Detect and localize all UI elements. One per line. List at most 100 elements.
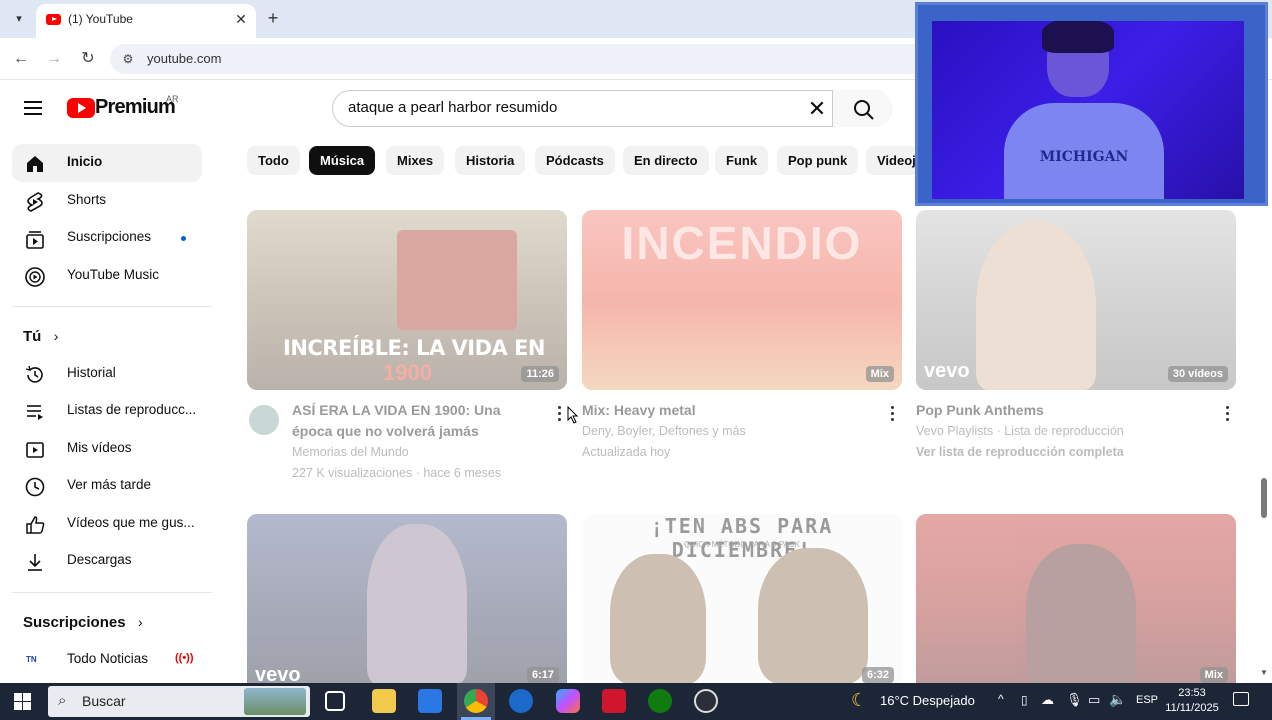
xbox-icon[interactable] xyxy=(648,689,672,713)
vevo-logo: vevo xyxy=(255,664,301,683)
chip-historia[interactable]: Historia xyxy=(455,146,526,175)
chip-musica[interactable]: Música xyxy=(309,146,376,175)
thumbnail-subcaption: QUICK MÉTODO PARA 6-PACK xyxy=(683,540,801,549)
you-section-heading[interactable]: Tú › xyxy=(23,328,58,346)
microsoft-store-icon[interactable] xyxy=(418,689,442,713)
video-thumbnail[interactable]: INCREÍBLE: LA VIDA EN 1900 11:26 xyxy=(247,210,567,390)
video-title-line2[interactable]: época que no volverá jamás xyxy=(292,421,542,442)
forward-icon[interactable]: → xyxy=(41,46,67,72)
notifications-icon[interactable] xyxy=(1233,692,1249,706)
sidebar-item-mis-videos[interactable]: Mis vídeos xyxy=(12,430,202,468)
sidebar-item-youtube-music[interactable]: YouTube Music xyxy=(12,257,202,295)
taskbar-active-app[interactable] xyxy=(457,683,495,720)
page-scrollbar-thumb[interactable] xyxy=(1261,478,1267,518)
sidebar-item-shorts[interactable]: Shorts xyxy=(12,182,202,220)
mouse-cursor-icon xyxy=(567,406,579,424)
chip-mixes[interactable]: Mixes xyxy=(386,146,445,175)
search-input[interactable]: ataque a pearl harbor resumido xyxy=(348,99,557,116)
file-explorer-icon[interactable] xyxy=(372,689,396,713)
chevron-right-icon: › xyxy=(53,328,59,344)
video-thumbnail[interactable]: vevo 6:17 xyxy=(247,514,567,683)
taskbar-search-box[interactable]: ⌕ Buscar xyxy=(48,686,310,717)
task-view-icon[interactable] xyxy=(325,691,345,711)
sidebar-item-historial[interactable]: Historial xyxy=(12,355,202,393)
history-icon xyxy=(25,365,43,383)
chip-pop-punk[interactable]: Pop punk xyxy=(777,146,859,175)
tn-channel-icon: TN xyxy=(26,655,37,664)
chrome-icon xyxy=(464,689,488,713)
sidebar-item-ver-mas-tarde[interactable]: Ver más tarde xyxy=(12,467,202,505)
video-thumbnail[interactable]: INCENDIO Mix xyxy=(582,210,902,390)
more-options-icon[interactable] xyxy=(891,406,895,422)
video-title[interactable]: ASÍ ERA LA VIDA EN 1900: Una xyxy=(292,400,542,421)
back-icon[interactable]: ← xyxy=(8,46,34,72)
taskbar-clock[interactable]: 23:53 11/11/2025 xyxy=(1160,686,1224,716)
duration-badge: 6:32 xyxy=(861,667,894,683)
reload-icon[interactable]: ↻ xyxy=(75,46,101,72)
person-shirt: MICHIGAN xyxy=(1004,103,1164,199)
chip-videojuegos[interactable]: Videoj xyxy=(866,146,918,175)
video-title[interactable]: Pop Punk Anthems xyxy=(916,400,1216,421)
chip-podcasts[interactable]: Pódcasts xyxy=(535,146,615,175)
video-details: ASÍ ERA LA VIDA EN 1900: Una época que n… xyxy=(292,400,542,484)
sidebar-item-label: Listas de reproducc... xyxy=(67,402,197,417)
volume-icon[interactable]: 🔈 xyxy=(1109,691,1126,708)
onedrive-icon[interactable]: ☁ xyxy=(1041,692,1054,708)
home-icon xyxy=(27,156,43,172)
tab-youtube[interactable]: (1) YouTube ✕ xyxy=(36,4,256,38)
steam-icon[interactable] xyxy=(509,689,533,713)
clear-search-icon[interactable]: ✕ xyxy=(803,95,831,123)
site-info-icon[interactable]: ⚙ xyxy=(120,51,136,67)
search-button[interactable] xyxy=(832,90,892,127)
more-options-icon[interactable] xyxy=(1226,406,1230,422)
sidebar-item-label: Inicio xyxy=(67,154,103,169)
playlist-channel[interactable]: Vevo Playlists · Lista de reproducción xyxy=(916,421,1216,442)
sidebar-item-liked-videos[interactable]: Vídeos que me gus... xyxy=(12,505,202,543)
gorilla-before-image xyxy=(610,554,706,683)
webcam-overlay: MICHIGAN xyxy=(915,2,1268,206)
more-options-icon[interactable] xyxy=(558,406,562,422)
microphone-icon[interactable]: 🎙 xyxy=(1066,692,1083,708)
menu-icon[interactable] xyxy=(22,98,46,118)
tab-search-dropdown-icon[interactable]: ▾ xyxy=(8,9,30,29)
chip-funk[interactable]: Funk xyxy=(715,146,769,175)
view-full-playlist-link[interactable]: Ver lista de reproducción completa xyxy=(916,442,1216,463)
weather-text[interactable]: 16°C Despejado xyxy=(880,693,975,708)
mix-artists: Deny, Boyler, Deftones y más xyxy=(582,424,746,438)
network-icon[interactable]: ▭ xyxy=(1088,692,1100,708)
video-title[interactable]: Mix: Heavy metal xyxy=(582,400,882,421)
obs-studio-icon[interactable] xyxy=(694,689,718,713)
sidebar-item-suscripciones[interactable]: Suscripciones xyxy=(12,219,202,257)
sidebar-item-inicio[interactable]: Inicio xyxy=(12,144,202,182)
subscriptions-section-heading[interactable]: Suscripciones › xyxy=(23,614,143,632)
channel-avatar[interactable] xyxy=(249,405,279,435)
scroll-down-arrow-icon[interactable]: ▼ xyxy=(1260,668,1268,677)
tray-device-icon[interactable]: ▯ xyxy=(1021,693,1028,707)
sidebar-item-descargas[interactable]: Descargas xyxy=(12,542,202,580)
sidebar-item-playlists[interactable]: Listas de reproducc... xyxy=(12,392,202,430)
chip-en-directo[interactable]: En directo xyxy=(623,146,709,175)
windows-start-icon[interactable] xyxy=(14,693,31,710)
video-thumbnail[interactable]: Mix xyxy=(916,514,1236,683)
webcam-feed: MICHIGAN xyxy=(932,21,1244,199)
subscriptions-heading: Suscripciones xyxy=(23,614,126,631)
video-thumbnail[interactable]: vevo 30 vídeos xyxy=(916,210,1236,390)
channel-name[interactable]: Memorias del Mundo xyxy=(292,442,542,463)
sidebar-item-label: YouTube Music xyxy=(67,267,160,282)
show-hidden-icons-icon[interactable]: ^ xyxy=(998,692,1004,706)
search-box: ataque a pearl harbor resumido ✕ xyxy=(332,90,892,127)
chevron-right-icon: › xyxy=(138,614,143,630)
amd-software-icon[interactable] xyxy=(602,689,626,713)
subscriptions-icon xyxy=(26,231,44,249)
shorts-icon xyxy=(27,192,43,212)
copilot-icon[interactable] xyxy=(556,689,580,713)
chip-todo[interactable]: Todo xyxy=(247,146,300,175)
tab-close-icon[interactable]: ✕ xyxy=(232,10,250,28)
singer-image xyxy=(976,220,1096,390)
thumbnail-caption: INCREÍBLE: LA VIDA EN xyxy=(283,336,546,360)
video-thumbnail[interactable]: ¡TEN ABS PARA DICIEMBRE! QUICK MÉTODO PA… xyxy=(582,514,902,683)
new-tab-button[interactable]: + xyxy=(262,8,284,30)
language-indicator[interactable]: ESP xyxy=(1136,694,1158,706)
sidebar-item-todo-noticias[interactable]: TN Todo Noticias ((•)) xyxy=(12,641,202,679)
sidebar-item-label: Ver más tarde xyxy=(67,477,152,492)
